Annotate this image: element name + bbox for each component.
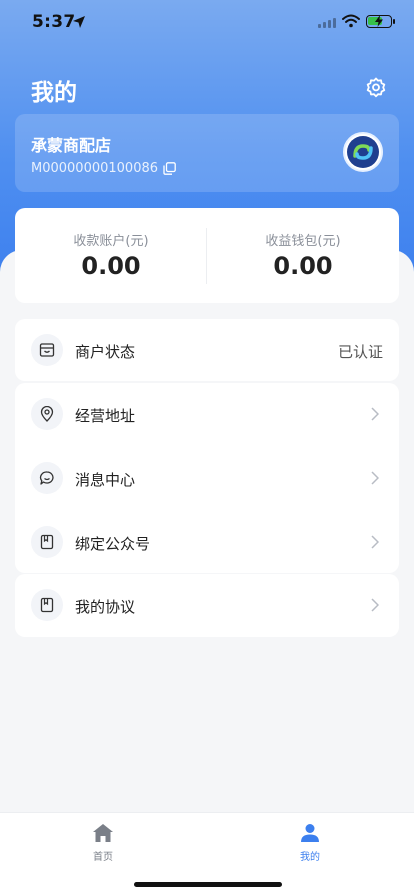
home-indicator (134, 882, 282, 887)
merchant-status-label: 商户状态 (75, 343, 136, 361)
merchant-card: 承蒙商配店 M00000000100086 (15, 114, 399, 192)
balance-card: 收款账户(元) 0.00 收益钱包(元) 0.00 (15, 208, 399, 303)
page-title: 我的 (31, 80, 77, 106)
tab-home-label: 首页 (93, 852, 113, 863)
settings-gear-icon[interactable] (364, 76, 388, 100)
logo-mark-icon (347, 136, 379, 168)
battery-icon (366, 15, 395, 28)
tab-mine-label: 我的 (300, 852, 320, 863)
chevron-right-icon (371, 471, 379, 485)
status-time: 5:37 (32, 12, 76, 32)
menu-item-bind-official-account[interactable]: 绑定公众号 (15, 511, 399, 574)
merchant-logo (343, 132, 383, 172)
menu-item-merchant-status[interactable]: 商户状态 已认证 (15, 319, 399, 382)
merchant-status-value: 已认证 (337, 343, 383, 361)
chevron-right-icon (371, 535, 379, 549)
earnings-wallet-label: 收益钱包(元) (265, 234, 341, 249)
chevron-right-icon (371, 407, 379, 421)
user-profile-icon (301, 824, 319, 842)
business-address-label: 经营地址 (75, 407, 136, 425)
merchant-name: 承蒙商配店 (31, 136, 112, 155)
bookmark-document-icon (31, 589, 63, 621)
collection-account-label: 收款账户(元) (73, 234, 149, 249)
earnings-wallet-value: 0.00 (273, 252, 333, 280)
home-icon (93, 824, 113, 842)
bookmark-document-icon (31, 526, 63, 558)
merchant-id: M00000000100086 (31, 161, 159, 176)
collection-account-value: 0.00 (81, 252, 141, 280)
copy-icon[interactable] (163, 162, 176, 175)
store-icon (31, 334, 63, 366)
menu-group-agreement: 我的协议 (15, 574, 399, 637)
chat-bubble-icon (31, 462, 63, 494)
menu-item-message-center[interactable]: 消息中心 (15, 447, 399, 510)
message-center-label: 消息中心 (75, 471, 136, 489)
wifi-icon (342, 14, 360, 28)
my-agreement-label: 我的协议 (75, 598, 136, 616)
bind-official-account-label: 绑定公众号 (75, 535, 151, 553)
location-arrow-icon (73, 16, 85, 28)
cellular-signal-icon (318, 18, 336, 28)
menu-group-main: 经营地址 消息中心 绑定公众号 (15, 383, 399, 573)
menu-item-business-address[interactable]: 经营地址 (15, 383, 399, 446)
tab-mine[interactable]: 我的 (280, 823, 340, 863)
menu-group-status: 商户状态 已认证 (15, 319, 399, 381)
collection-account-balance[interactable]: 收款账户(元) 0.00 (15, 208, 207, 303)
chevron-right-icon (371, 598, 379, 612)
menu-item-my-agreement[interactable]: 我的协议 (15, 574, 399, 637)
status-bar: 5:37 (0, 0, 414, 44)
location-pin-icon (31, 398, 63, 430)
earnings-wallet-balance[interactable]: 收益钱包(元) 0.00 (207, 208, 399, 303)
tab-home[interactable]: 首页 (73, 823, 133, 863)
